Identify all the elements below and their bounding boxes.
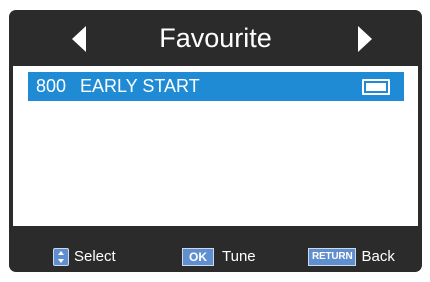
tune-hint: OK Tune (182, 247, 256, 267)
ok-key: OK (182, 248, 214, 266)
select-hint: Select (53, 247, 116, 267)
list-item[interactable]: 800 EARLY START (28, 72, 404, 101)
channel-number: 800 (36, 76, 67, 96)
channel-list: 800 EARLY START (13, 66, 418, 226)
right-arrow-icon[interactable] (358, 26, 372, 52)
back-hint: RETURN Back (308, 247, 395, 267)
return-key: RETURN (308, 248, 357, 266)
tune-label: Tune (222, 248, 256, 265)
favourite-panel: Favourite 800 EARLY START Select OK Tune… (9, 10, 422, 272)
header: Favourite (9, 10, 422, 66)
select-label: Select (74, 248, 116, 265)
channel-name: EARLY START (80, 76, 200, 96)
tv-icon (362, 79, 390, 95)
footer-hints: Select OK Tune RETURN Back (9, 230, 422, 272)
up-down-arrows-icon (53, 248, 69, 266)
back-label: Back (361, 248, 395, 265)
